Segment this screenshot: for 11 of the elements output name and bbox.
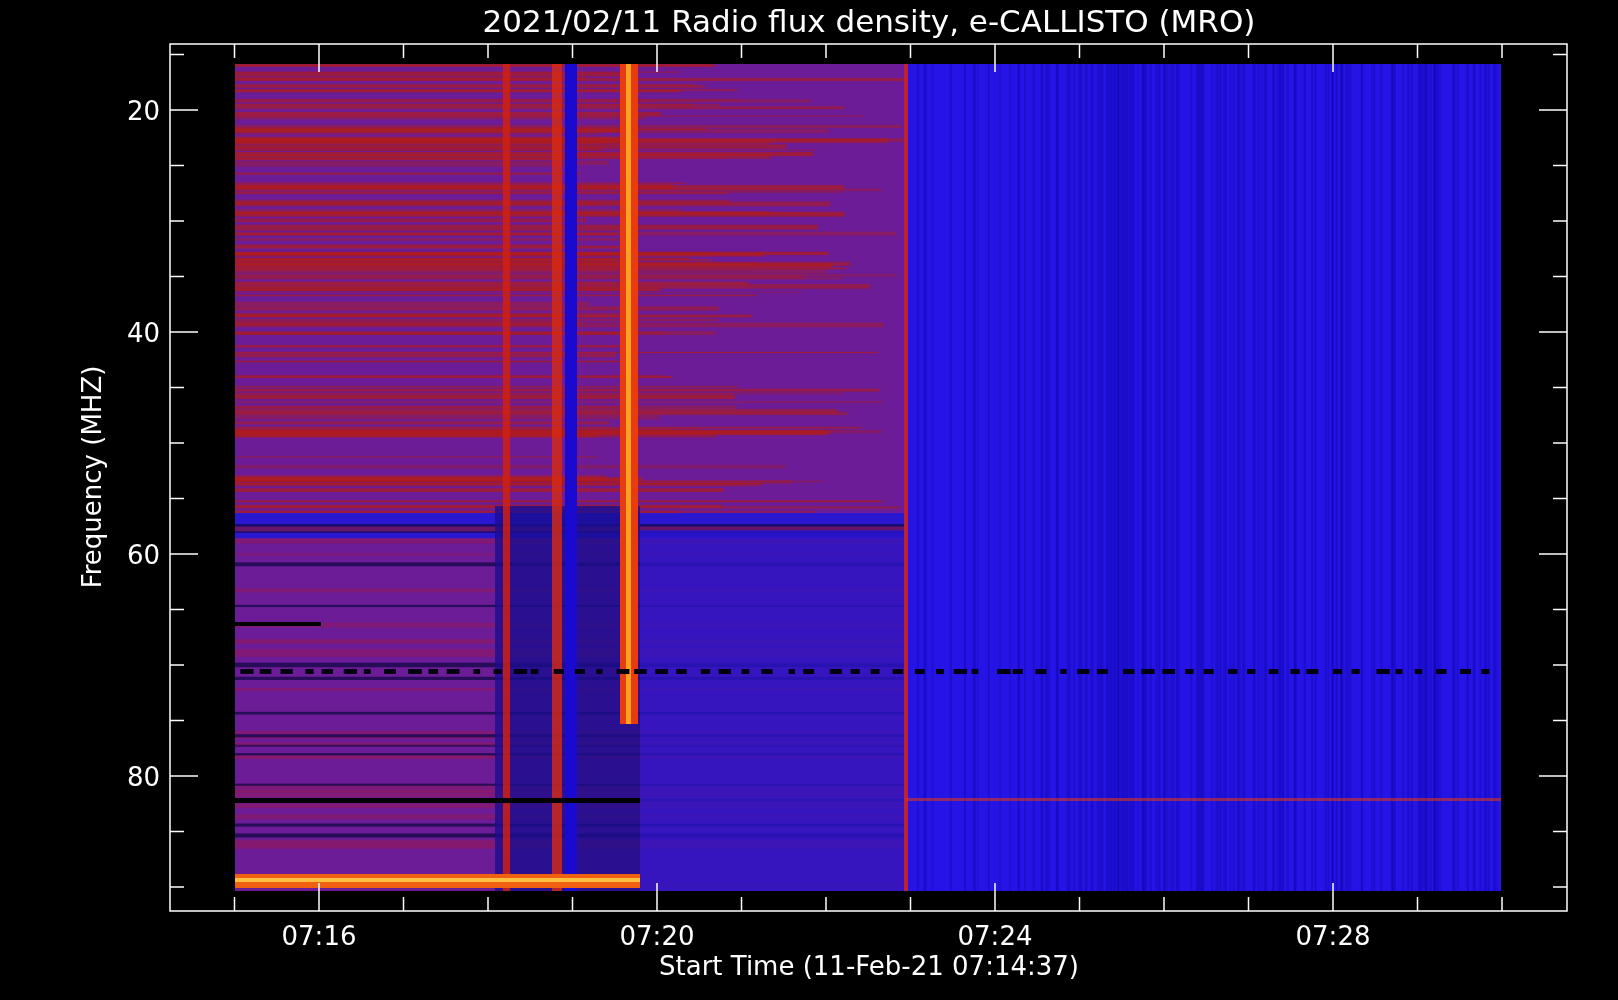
y-tick-label: 40 xyxy=(126,318,160,348)
y-axis-label: Frequency (MHZ) xyxy=(77,365,107,589)
x-tick-label: 07:20 xyxy=(619,921,695,951)
y-tick-label: 80 xyxy=(126,762,160,792)
x-tick-label: 07:28 xyxy=(1295,921,1371,951)
x-axis-label: Start Time (11-Feb-21 07:14:37) xyxy=(659,951,1079,981)
x-tick-label: 07:16 xyxy=(281,921,357,951)
chart-title: 2021/02/11 Radio flux density, e-CALLISTO (MRO) xyxy=(482,3,1256,39)
y-tick-label: 20 xyxy=(126,96,160,126)
y-tick-label: 60 xyxy=(126,540,160,570)
x-tick-label: 07:24 xyxy=(957,921,1033,951)
